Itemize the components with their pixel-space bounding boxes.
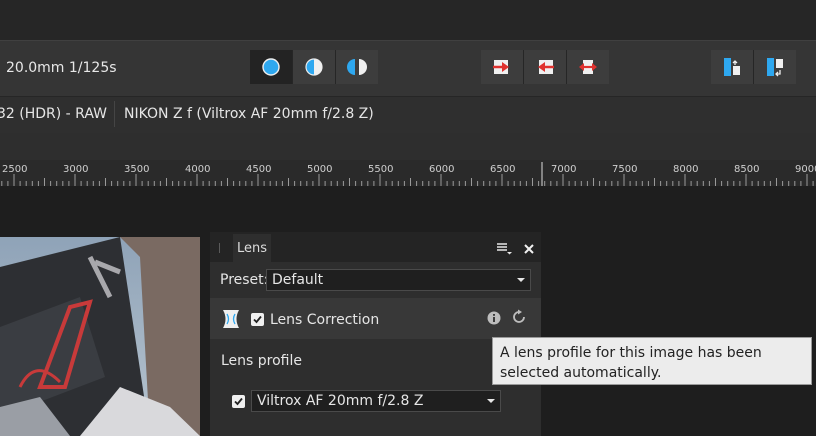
panel-menu-button[interactable] — [496, 240, 512, 259]
preset-dropdown[interactable]: Default — [266, 269, 531, 291]
reset-icon — [513, 309, 525, 323]
lens-profile-checkbox[interactable] — [232, 395, 245, 408]
single-view-icon — [262, 58, 280, 76]
ruler-label: 2500 — [2, 164, 27, 175]
swap-arrows-icon — [579, 60, 597, 74]
ruler-label: 5000 — [307, 164, 332, 175]
single-view-button[interactable] — [250, 50, 293, 84]
panel-layout-group — [711, 50, 796, 84]
ruler-label: 6000 — [429, 164, 454, 175]
ruler-label: 4000 — [185, 164, 210, 175]
lens-profile-tooltip: A lens profile for this image has been s… — [492, 337, 812, 385]
info-button[interactable] — [487, 310, 501, 329]
checkmark-icon — [234, 397, 243, 406]
info-bar — [0, 96, 816, 134]
lens-correction-label: Lens Correction — [270, 312, 380, 328]
ruler-label: 7500 — [612, 164, 637, 175]
reset-button[interactable] — [511, 309, 527, 329]
camera-info: NIKON Z f (Viltrox AF 20mm f/2.8 Z) — [124, 106, 374, 122]
lens-profile-value: Viltrox AF 20mm f/2.8 Z — [257, 393, 424, 409]
ruler-label: 5500 — [368, 164, 393, 175]
mirror-view-button[interactable] — [336, 50, 378, 84]
panel-before-button[interactable] — [711, 50, 754, 84]
panel-before-icon — [724, 58, 740, 76]
ruler-label: 4500 — [246, 164, 271, 175]
ruler-label: 3500 — [124, 164, 149, 175]
split-view-button[interactable] — [293, 50, 336, 84]
lens-correction-checkbox[interactable] — [251, 313, 264, 326]
preset-value: Default — [272, 272, 324, 288]
ruler-label: 3000 — [63, 164, 88, 175]
title-strip — [0, 0, 816, 40]
arrow-right-icon — [493, 60, 509, 74]
chevron-down-icon — [512, 270, 530, 290]
tab-lens[interactable]: Lens — [233, 234, 271, 262]
preset-label: Preset: — [220, 272, 269, 288]
ruler-label: 9000 — [795, 164, 816, 175]
info-icon — [487, 311, 501, 325]
compare-group — [481, 50, 609, 84]
chevron-down-icon — [482, 391, 500, 411]
view-mode-group — [250, 50, 378, 84]
close-icon — [524, 244, 534, 254]
send-right-button[interactable] — [481, 50, 524, 84]
info-divider — [114, 101, 115, 127]
ruler-label: 6500 — [490, 164, 515, 175]
ruler[interactable]: 2500 3000 3500 4000 4500 5000 5500 6000 6500 7000… — [0, 160, 816, 186]
ruler-label: 8000 — [673, 164, 698, 175]
exif-readout: 20.0mm 1/125s — [6, 60, 117, 76]
ruler-label: 7000 — [551, 164, 576, 175]
toolbar — [0, 40, 816, 97]
ruler-ticks: 2500 3000 3500 4000 4500 5000 5500 6000 6500 7000… — [1, 162, 816, 186]
panel-after-button[interactable] — [754, 50, 796, 84]
menu-icon — [497, 243, 512, 255]
arrow-left-icon — [538, 60, 554, 74]
checkmark-icon — [253, 315, 262, 324]
ruler-header — [0, 133, 816, 160]
lens-profile-title: Lens profile — [221, 353, 303, 369]
mirror-view-icon — [347, 59, 367, 75]
lens-distortion-icon — [222, 309, 240, 333]
panel-grip[interactable] — [219, 243, 220, 253]
lens-profile-dropdown[interactable]: Viltrox AF 20mm f/2.8 Z — [251, 390, 501, 412]
split-view-icon — [305, 58, 323, 76]
photo-image — [0, 237, 200, 436]
panel-close-button[interactable] — [523, 240, 535, 259]
panel-after-icon — [767, 58, 783, 77]
file-info: 32 (HDR) - RAW — [0, 106, 107, 122]
send-left-button[interactable] — [524, 50, 567, 84]
ruler-label: 8500 — [734, 164, 759, 175]
photo-preview[interactable] — [0, 237, 200, 436]
swap-button[interactable] — [567, 50, 609, 84]
